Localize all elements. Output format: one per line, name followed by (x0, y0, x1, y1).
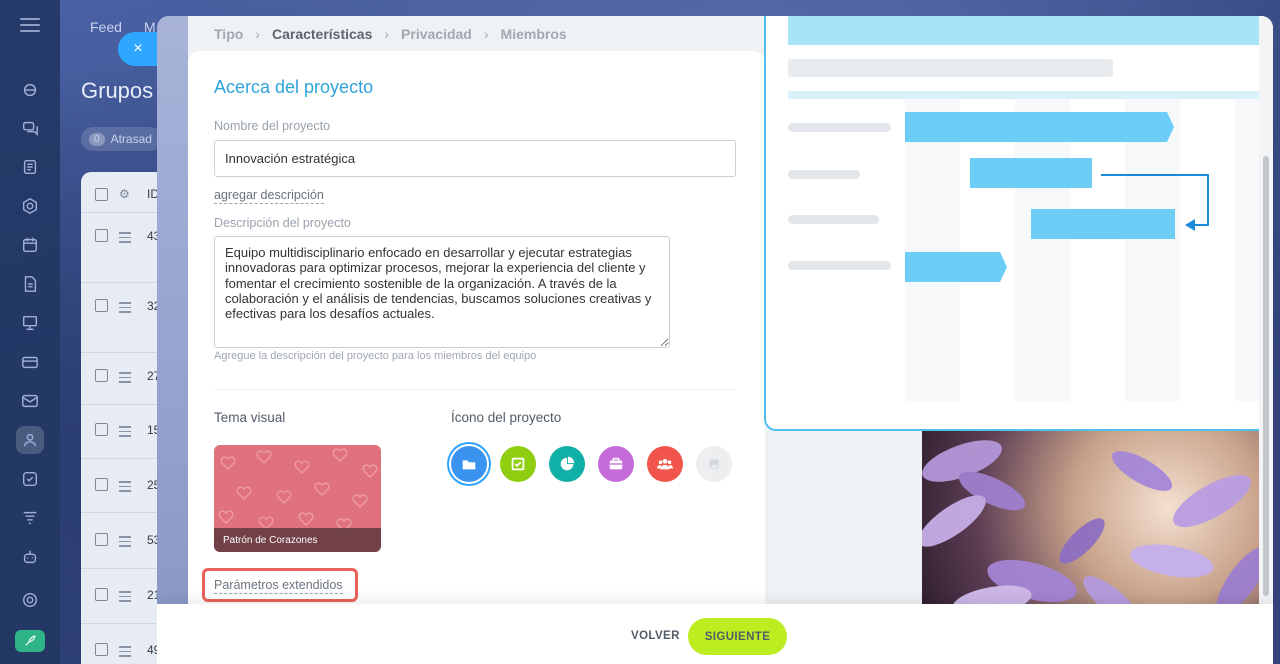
wizard-stepper: Tipo › Características › Privacidad › Mi… (188, 16, 765, 51)
robot-icon[interactable] (16, 543, 44, 571)
chevron-right-icon: › (483, 25, 489, 42)
description-hint: Agregue la descripción del proyecto para… (214, 350, 537, 362)
rocket-icon[interactable] (15, 630, 45, 652)
back-button[interactable]: VOLVER (627, 619, 684, 653)
project-icon-label: Ícono del proyecto (451, 410, 562, 425)
visual-theme-card[interactable]: Patrón de Corazones (214, 445, 381, 552)
left-sidebar (0, 0, 60, 664)
calendar-icon[interactable] (16, 231, 44, 259)
close-slider-button[interactable]: × (118, 32, 158, 66)
step-type[interactable]: Tipo (214, 26, 243, 42)
extended-params-link[interactable]: Parámetros extendidos (214, 578, 343, 594)
project-wizard-slider: Tipo › Características › Privacidad › Mi… (157, 16, 1273, 664)
overdue-filter-chip[interactable]: 0 Atrasad (81, 127, 162, 151)
drag-handle-icon[interactable] (119, 232, 131, 246)
row-checkbox[interactable] (95, 369, 108, 382)
document-icon[interactable] (16, 153, 44, 181)
folder-icon (462, 460, 476, 470)
project-icon-folder[interactable] (451, 446, 487, 482)
briefcase-icon (609, 457, 623, 470)
gantt-illustration (764, 16, 1273, 431)
chevron-right-icon: › (255, 25, 260, 42)
row-checkbox[interactable] (95, 643, 108, 656)
drag-handle-icon[interactable] (119, 372, 131, 386)
page-title: Grupos (81, 78, 154, 103)
step-characteristics[interactable]: Características (272, 26, 372, 42)
row-checkbox[interactable] (95, 533, 108, 546)
row-checkbox[interactable] (95, 478, 108, 491)
theme-name: Patrón de Corazones (214, 528, 381, 552)
drag-handle-icon[interactable] (119, 591, 131, 605)
project-icon-image[interactable] (696, 446, 732, 482)
overdue-count: 0 (89, 132, 105, 146)
section-title: Acerca del proyecto (214, 77, 374, 97)
project-description-textarea[interactable]: Equipo multidisciplinario enfocado en de… (214, 236, 670, 348)
nav-feed[interactable]: Feed (90, 19, 122, 35)
select-all-checkbox[interactable] (95, 188, 108, 201)
flower-photo (922, 431, 1273, 621)
project-description-label: Descripción del proyecto (214, 216, 351, 230)
presentation-icon[interactable] (16, 309, 44, 337)
project-name-label: Nombre del proyecto (214, 119, 331, 133)
divider (214, 389, 736, 390)
scrollbar-thumb[interactable] (1263, 156, 1269, 596)
row-checkbox[interactable] (95, 229, 108, 242)
feed-icon[interactable] (16, 76, 44, 104)
card-icon[interactable] (16, 348, 44, 376)
project-icon-briefcase[interactable] (598, 446, 634, 482)
row-checkbox[interactable] (95, 299, 108, 312)
project-icon-team[interactable] (647, 446, 683, 482)
team-icon (656, 458, 674, 470)
pie-chart-icon (560, 456, 575, 471)
drag-handle-icon[interactable] (119, 536, 131, 550)
tasks-icon[interactable] (16, 465, 44, 493)
project-icon-chart[interactable] (549, 446, 585, 482)
row-checkbox[interactable] (95, 423, 108, 436)
project-name-input[interactable] (214, 140, 736, 177)
hexagon-icon[interactable] (16, 192, 44, 220)
funnel-icon[interactable] (16, 504, 44, 532)
next-button[interactable]: SIGUIENTE (688, 618, 787, 655)
row-checkbox[interactable] (95, 588, 108, 601)
chevron-right-icon: › (384, 25, 390, 42)
add-description-link[interactable]: agregar descripción (214, 188, 324, 204)
settings-icon[interactable] (16, 586, 44, 614)
drag-handle-icon[interactable] (119, 481, 131, 495)
chat-icon[interactable] (16, 114, 44, 142)
groups-icon[interactable] (16, 426, 44, 454)
project-form: Acerca del proyecto Nombre del proyecto … (188, 51, 765, 616)
drag-handle-icon[interactable] (119, 426, 131, 440)
drag-handle-icon[interactable] (119, 302, 131, 316)
file-icon[interactable] (16, 270, 44, 298)
visual-theme-label: Tema visual (214, 410, 286, 425)
drag-handle-icon[interactable] (119, 646, 131, 660)
checklist-icon (511, 457, 525, 471)
close-icon: × (133, 40, 143, 57)
overdue-label: Atrasad (110, 132, 152, 146)
step-privacy[interactable]: Privacidad (401, 26, 472, 42)
wizard-footer: VOLVER SIGUIENTE (157, 604, 1273, 664)
project-icon-checklist[interactable] (500, 446, 536, 482)
mail-icon[interactable] (16, 387, 44, 415)
scrollbar[interactable] (1259, 16, 1273, 616)
settings-icon[interactable]: ⚙ (119, 187, 130, 201)
menu-icon[interactable] (20, 18, 40, 32)
image-icon (709, 459, 719, 469)
step-members[interactable]: Miembros (501, 26, 567, 42)
